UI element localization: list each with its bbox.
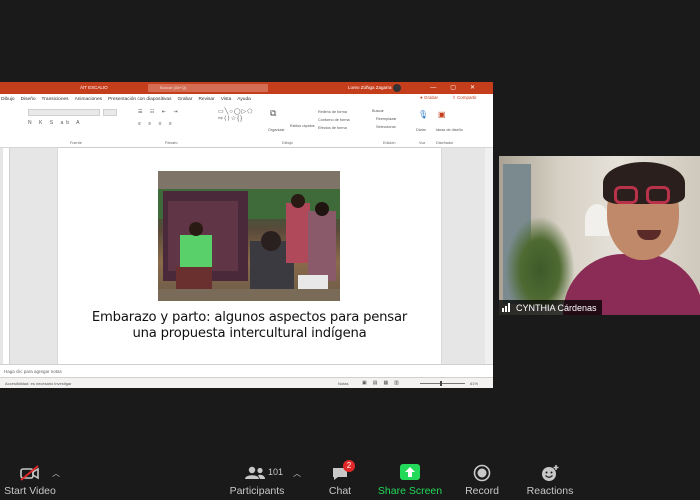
notes-toggle[interactable]: Notas <box>338 381 348 386</box>
ppt-filename: ÁIT ESCALIO <box>80 85 108 90</box>
quick-styles-label[interactable]: Estilos rápidos <box>290 124 315 128</box>
chat-unread-badge: 2 <box>343 460 355 472</box>
tab-ayuda[interactable]: Ayuda <box>237 97 251 102</box>
font-format-icons[interactable]: N K S ab A <box>28 120 82 126</box>
tab-vista[interactable]: Vista <box>221 97 232 102</box>
video-options-chevron-icon[interactable]: ︿ <box>52 468 60 479</box>
view-buttons-icon[interactable]: ▣▤▦▥ <box>362 380 405 386</box>
zoom-level[interactable]: 61% <box>470 381 478 386</box>
chat-button[interactable]: 2 Chat <box>320 460 360 500</box>
design-ideas-icon[interactable]: ▣ <box>438 110 446 119</box>
ppt-editor-area: Embarazo y parto: algunos aspectos para … <box>0 148 493 378</box>
ppt-title-bar: ÁIT ESCALIO Buscar (Alt+Q) Loreo Zúñiga … <box>0 82 493 94</box>
ribbon-group-dibujo: Dibujo <box>282 141 293 145</box>
ribbon-group-voz: Voz <box>419 141 426 145</box>
photo-scene-illustration <box>158 171 340 301</box>
shape-fill-label[interactable]: Relleno de forma <box>318 110 347 114</box>
shape-outline-label[interactable]: Contorno de forma <box>318 118 350 122</box>
record-button[interactable]: Record <box>460 460 504 500</box>
ribbon-group-parrafo: Párrafo <box>165 141 178 145</box>
grabar-button[interactable]: ● Grabar <box>420 95 444 100</box>
shared-powerpoint-window: ÁIT ESCALIO Buscar (Alt+Q) Loreo Zúñiga … <box>0 82 493 388</box>
accessibility-status[interactable]: Accesibilidad: es necesario investigar <box>5 381 71 386</box>
participant-name-tag: CYNTHIA Cárdenas <box>499 300 602 315</box>
font-size-dropdown[interactable] <box>103 109 117 116</box>
video-lamp <box>585 204 609 236</box>
tab-grabar[interactable]: Grabar <box>178 97 193 102</box>
zoom-slider-thumb[interactable] <box>440 381 442 386</box>
participant-glasses <box>614 186 674 204</box>
tab-presentacion[interactable]: Presentación con diapositivas <box>108 97 171 102</box>
video-off-icon <box>20 465 39 481</box>
design-ideas-label[interactable]: Ideas de diseño <box>436 128 463 132</box>
ppt-window-controls[interactable]: —▢✕ <box>430 84 489 91</box>
start-video-button[interactable]: Start Video <box>0 460 60 500</box>
ribbon-group-disenador: Diseñador <box>436 141 454 145</box>
slide-canvas[interactable]: Embarazo y parto: algunos aspectos para … <box>58 148 441 364</box>
reactions-icon <box>542 465 559 481</box>
tab-diseno[interactable]: Diseño <box>21 97 36 102</box>
organize-icon[interactable]: ⧉ <box>270 108 276 119</box>
microphone-icon[interactable]: 🎙 <box>418 110 428 119</box>
tab-dibujo[interactable]: Dibujo <box>1 97 15 102</box>
ppt-ribbon: N K S ab A ☰ ☷ ⇤ ⇥ ≡ ≡ ≡ ≡ ▭╲○◯▷⬠ ⇨⟨⟩☆{} … <box>0 104 493 148</box>
dictate-label[interactable]: Dictar <box>416 128 426 132</box>
replace-label[interactable]: Reemplazar <box>376 117 396 121</box>
ppt-menu-tabs: Dibujo Diseño Transiciones Animaciones P… <box>0 94 493 104</box>
zoom-slider[interactable] <box>420 383 465 384</box>
tab-transiciones[interactable]: Transiciones <box>42 97 69 102</box>
notes-pane[interactable]: Haga clic para agregar notas <box>0 364 493 377</box>
select-label[interactable]: Seleccionar <box>376 125 396 129</box>
compartir-button[interactable]: ⇪ Compartir <box>452 95 483 101</box>
participant-video-tile[interactable] <box>499 156 700 315</box>
participants-icon <box>245 466 265 479</box>
ribbon-group-edicion: Edición <box>383 141 396 145</box>
organize-label: Organizar <box>268 128 285 132</box>
slide-title-line-2: una propuesta intercultural indígena <box>132 326 367 341</box>
record-icon <box>473 464 491 482</box>
share-screen-button[interactable]: Share Screen <box>376 460 444 500</box>
shapes-gallery-icon[interactable]: ▭╲○◯▷⬠ ⇨⟨⟩☆{} <box>218 108 253 122</box>
participants-button[interactable]: 101 Participants <box>228 460 286 500</box>
notes-placeholder: Haga clic para agregar notas <box>4 369 62 374</box>
paragraph-align-icons[interactable]: ≡ ≡ ≡ ≡ <box>138 121 175 127</box>
share-screen-icon <box>400 464 420 480</box>
find-label[interactable]: Buscar <box>372 109 384 113</box>
reactions-button[interactable]: Reactions <box>522 460 578 500</box>
slide-vertical-scrollbar[interactable] <box>485 148 493 378</box>
slide-thumbnail-strip[interactable] <box>3 148 10 378</box>
video-plant <box>505 216 575 306</box>
ppt-user-avatar[interactable] <box>393 84 401 92</box>
ppt-status-bar: Accesibilidad: es necesario investigar N… <box>0 377 493 388</box>
tab-animaciones[interactable]: Animaciones <box>75 97 102 102</box>
participant-name: CYNTHIA Cárdenas <box>516 302 597 313</box>
paragraph-list-icons[interactable]: ☰ ☷ ⇤ ⇥ <box>138 109 181 115</box>
participants-count: 101 <box>268 467 284 477</box>
participants-options-chevron-icon[interactable]: ︿ <box>293 468 301 479</box>
audio-level-icon <box>502 303 512 312</box>
slide-title: Embarazo y parto: algunos aspectos para … <box>58 310 441 342</box>
slide-title-line-1: Embarazo y parto: algunos aspectos para … <box>91 310 408 325</box>
ppt-user-name: Loreo Zúñiga Zagarra <box>348 85 392 90</box>
shape-effects-label[interactable]: Efectos de forma <box>318 126 347 130</box>
ribbon-group-fuente: Fuente <box>70 141 82 145</box>
font-name-dropdown[interactable] <box>28 109 100 116</box>
tab-revisar[interactable]: Revisar <box>198 97 214 102</box>
slide-photo <box>158 171 340 301</box>
meeting-toolbar: Start Video ︿ 101 Participants ︿ 2 Chat … <box>0 460 700 500</box>
ppt-search-box[interactable]: Buscar (Alt+Q) <box>148 84 268 92</box>
